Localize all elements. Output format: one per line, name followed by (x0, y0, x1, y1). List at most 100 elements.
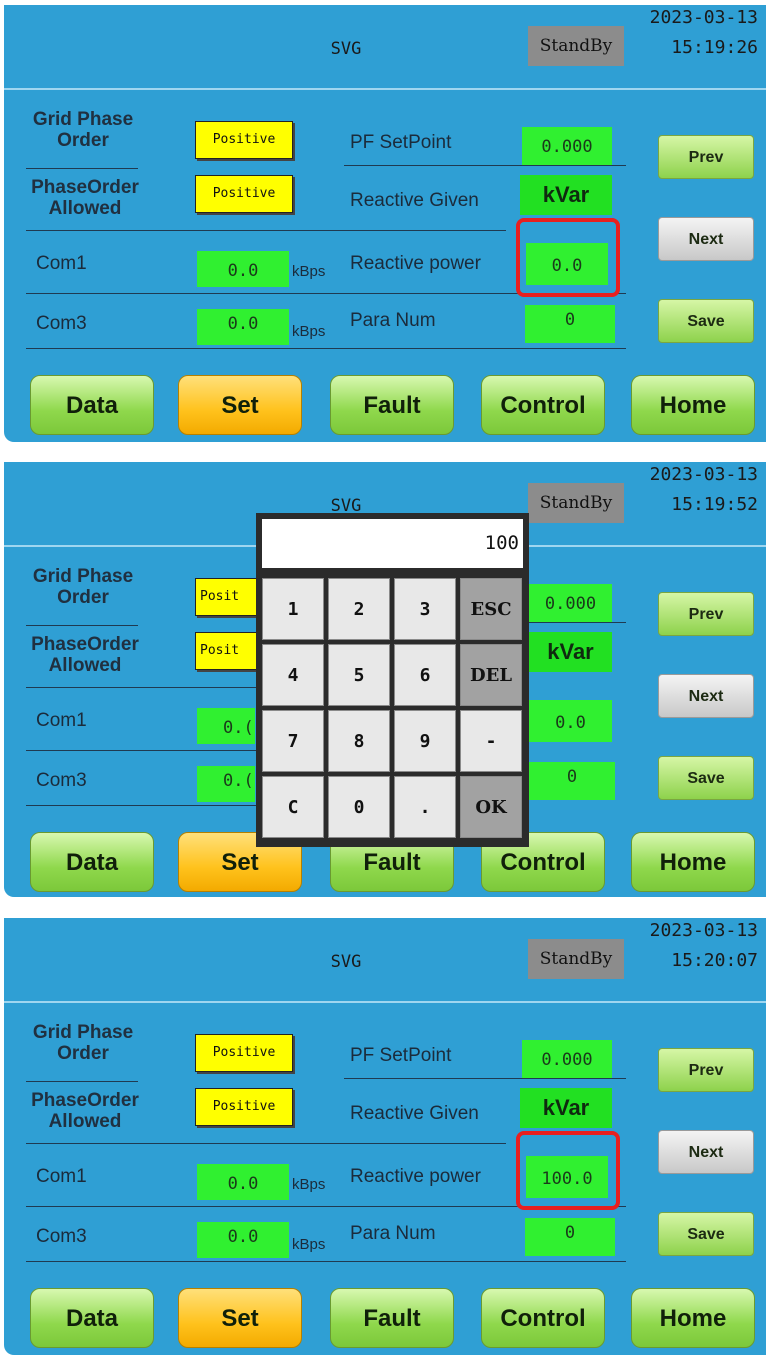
grid-phase-order-label: Grid Phase Order (32, 566, 134, 608)
key-3[interactable]: 3 (394, 578, 456, 640)
com1-value: 0.0 (197, 1164, 289, 1200)
com3-label: Com3 (36, 313, 87, 334)
key-1[interactable]: 1 (262, 578, 324, 640)
nav-data-button[interactable]: Data (30, 832, 154, 892)
grid-phase-order-button[interactable]: Positive (195, 121, 293, 159)
next-button[interactable]: Next (658, 217, 754, 261)
save-button[interactable]: Save (658, 299, 754, 343)
highlight-box (516, 1131, 620, 1210)
com1-unit: kBps (292, 263, 326, 280)
reactive-given-label: Reactive Given (350, 190, 479, 211)
grid-phase-order-button[interactable]: Positive (195, 1034, 293, 1072)
para-num-value: 0 (525, 1218, 615, 1256)
key-0[interactable]: 0 (328, 776, 390, 838)
com1-value: 0.0 (197, 251, 289, 287)
highlight-box (516, 218, 620, 297)
key-6[interactable]: 6 (394, 644, 456, 706)
nav-data-button[interactable]: Data (30, 1288, 154, 1348)
key-del[interactable]: DEL (460, 644, 522, 706)
reactive-given-label: Reactive Given (350, 1103, 479, 1124)
pf-setpoint-value[interactable]: 0.000 (529, 584, 612, 622)
hmi-screen-before: SVG StandBy 2023-03-13 15:19:26 Grid Pha… (4, 5, 766, 442)
nav-set-button[interactable]: Set (178, 1288, 302, 1348)
para-num-value: 0 (525, 305, 615, 343)
com1-label: Com1 (36, 253, 87, 274)
next-button[interactable]: Next (658, 674, 754, 718)
pf-setpoint-value[interactable]: 0.000 (522, 127, 612, 165)
com3-label: Com3 (36, 770, 87, 791)
key-2[interactable]: 2 (328, 578, 390, 640)
phase-order-allowed-button[interactable]: Posit (195, 632, 261, 670)
phase-order-allowed-label: PhaseOrder Allowed (31, 177, 139, 219)
nav-set-button[interactable]: Set (178, 375, 302, 435)
row-divider (26, 168, 138, 169)
key-9[interactable]: 9 (394, 710, 456, 772)
save-button[interactable]: Save (658, 1212, 754, 1256)
para-num-label: Para Num (350, 1223, 436, 1244)
com1-label: Com1 (36, 1166, 87, 1187)
nav-control-button[interactable]: Control (481, 1288, 605, 1348)
phase-order-allowed-label: PhaseOrder Allowed (31, 634, 139, 676)
key-minus[interactable]: - (460, 710, 522, 772)
pf-setpoint-value[interactable]: 0.000 (522, 1040, 612, 1078)
com3-value: 0.0 (197, 309, 289, 345)
com3-unit: kBps (292, 323, 326, 340)
date-readout: 2023-03-13 (649, 7, 758, 28)
next-button[interactable]: Next (658, 1130, 754, 1174)
save-button[interactable]: Save (658, 756, 754, 800)
prev-button[interactable]: Prev (658, 592, 754, 636)
time-readout: 15:19:26 (671, 37, 758, 58)
nav-fault-button[interactable]: Fault (330, 375, 454, 435)
com3-unit: kBps (292, 1236, 326, 1253)
nav-home-button[interactable]: Home (631, 1288, 755, 1348)
nav-control-button[interactable]: Control (481, 375, 605, 435)
phase-order-allowed-button[interactable]: Positive (195, 175, 293, 213)
key-ok[interactable]: OK (460, 776, 522, 838)
key-5[interactable]: 5 (328, 644, 390, 706)
grid-phase-order-label: Grid Phase Order (32, 1022, 134, 1064)
nav-home-button[interactable]: Home (631, 375, 755, 435)
key-decimal[interactable]: . (394, 776, 456, 838)
com3-value: 0.0 (197, 1222, 289, 1258)
reactive-power-label: Reactive power (350, 253, 481, 274)
key-esc[interactable]: ESC (460, 578, 522, 640)
phase-order-allowed-button[interactable]: Positive (195, 1088, 293, 1126)
row-divider (26, 750, 256, 751)
grid-phase-order-button[interactable]: Posit (195, 578, 261, 616)
key-4[interactable]: 4 (262, 644, 324, 706)
nav-fault-button[interactable]: Fault (330, 1288, 454, 1348)
com1-value: 0.( (197, 708, 255, 744)
com3-value: 0.( (197, 766, 255, 802)
hmi-screen-after: SVG StandBy 2023-03-13 15:20:07 Grid Pha… (4, 918, 766, 1355)
nav-home-button[interactable]: Home (631, 832, 755, 892)
row-divider (529, 622, 626, 623)
reactive-power-value[interactable]: 0.0 (529, 700, 612, 742)
row-divider (344, 165, 626, 166)
status-badge: StandBy (528, 26, 624, 66)
time-readout: 15:20:07 (671, 950, 758, 971)
reactive-given-unit-button[interactable]: kVar (529, 632, 612, 672)
header-divider (4, 88, 766, 90)
para-num-label: Para Num (350, 310, 436, 331)
key-8[interactable]: 8 (328, 710, 390, 772)
com1-label: Com1 (36, 710, 87, 731)
row-divider (26, 230, 506, 231)
row-divider (26, 687, 256, 688)
prev-button[interactable]: Prev (658, 1048, 754, 1092)
reactive-given-unit-button[interactable]: kVar (520, 175, 612, 215)
phase-order-allowed-label: PhaseOrder Allowed (31, 1090, 139, 1132)
numeric-keypad-popup: 100 1 2 3 ESC 4 5 6 DEL 7 8 9 - C 0 . OK (256, 513, 529, 847)
reactive-power-label: Reactive power (350, 1166, 481, 1187)
status-badge: StandBy (528, 483, 624, 523)
reactive-given-unit-button[interactable]: kVar (520, 1088, 612, 1128)
row-divider (26, 1081, 138, 1082)
date-readout: 2023-03-13 (649, 920, 758, 941)
para-num-value: 0 (529, 762, 615, 800)
key-clear[interactable]: C (262, 776, 324, 838)
nav-data-button[interactable]: Data (30, 375, 154, 435)
screen-title: SVG (330, 952, 362, 972)
key-7[interactable]: 7 (262, 710, 324, 772)
header-divider (4, 1001, 766, 1003)
row-divider (26, 1261, 626, 1262)
prev-button[interactable]: Prev (658, 135, 754, 179)
